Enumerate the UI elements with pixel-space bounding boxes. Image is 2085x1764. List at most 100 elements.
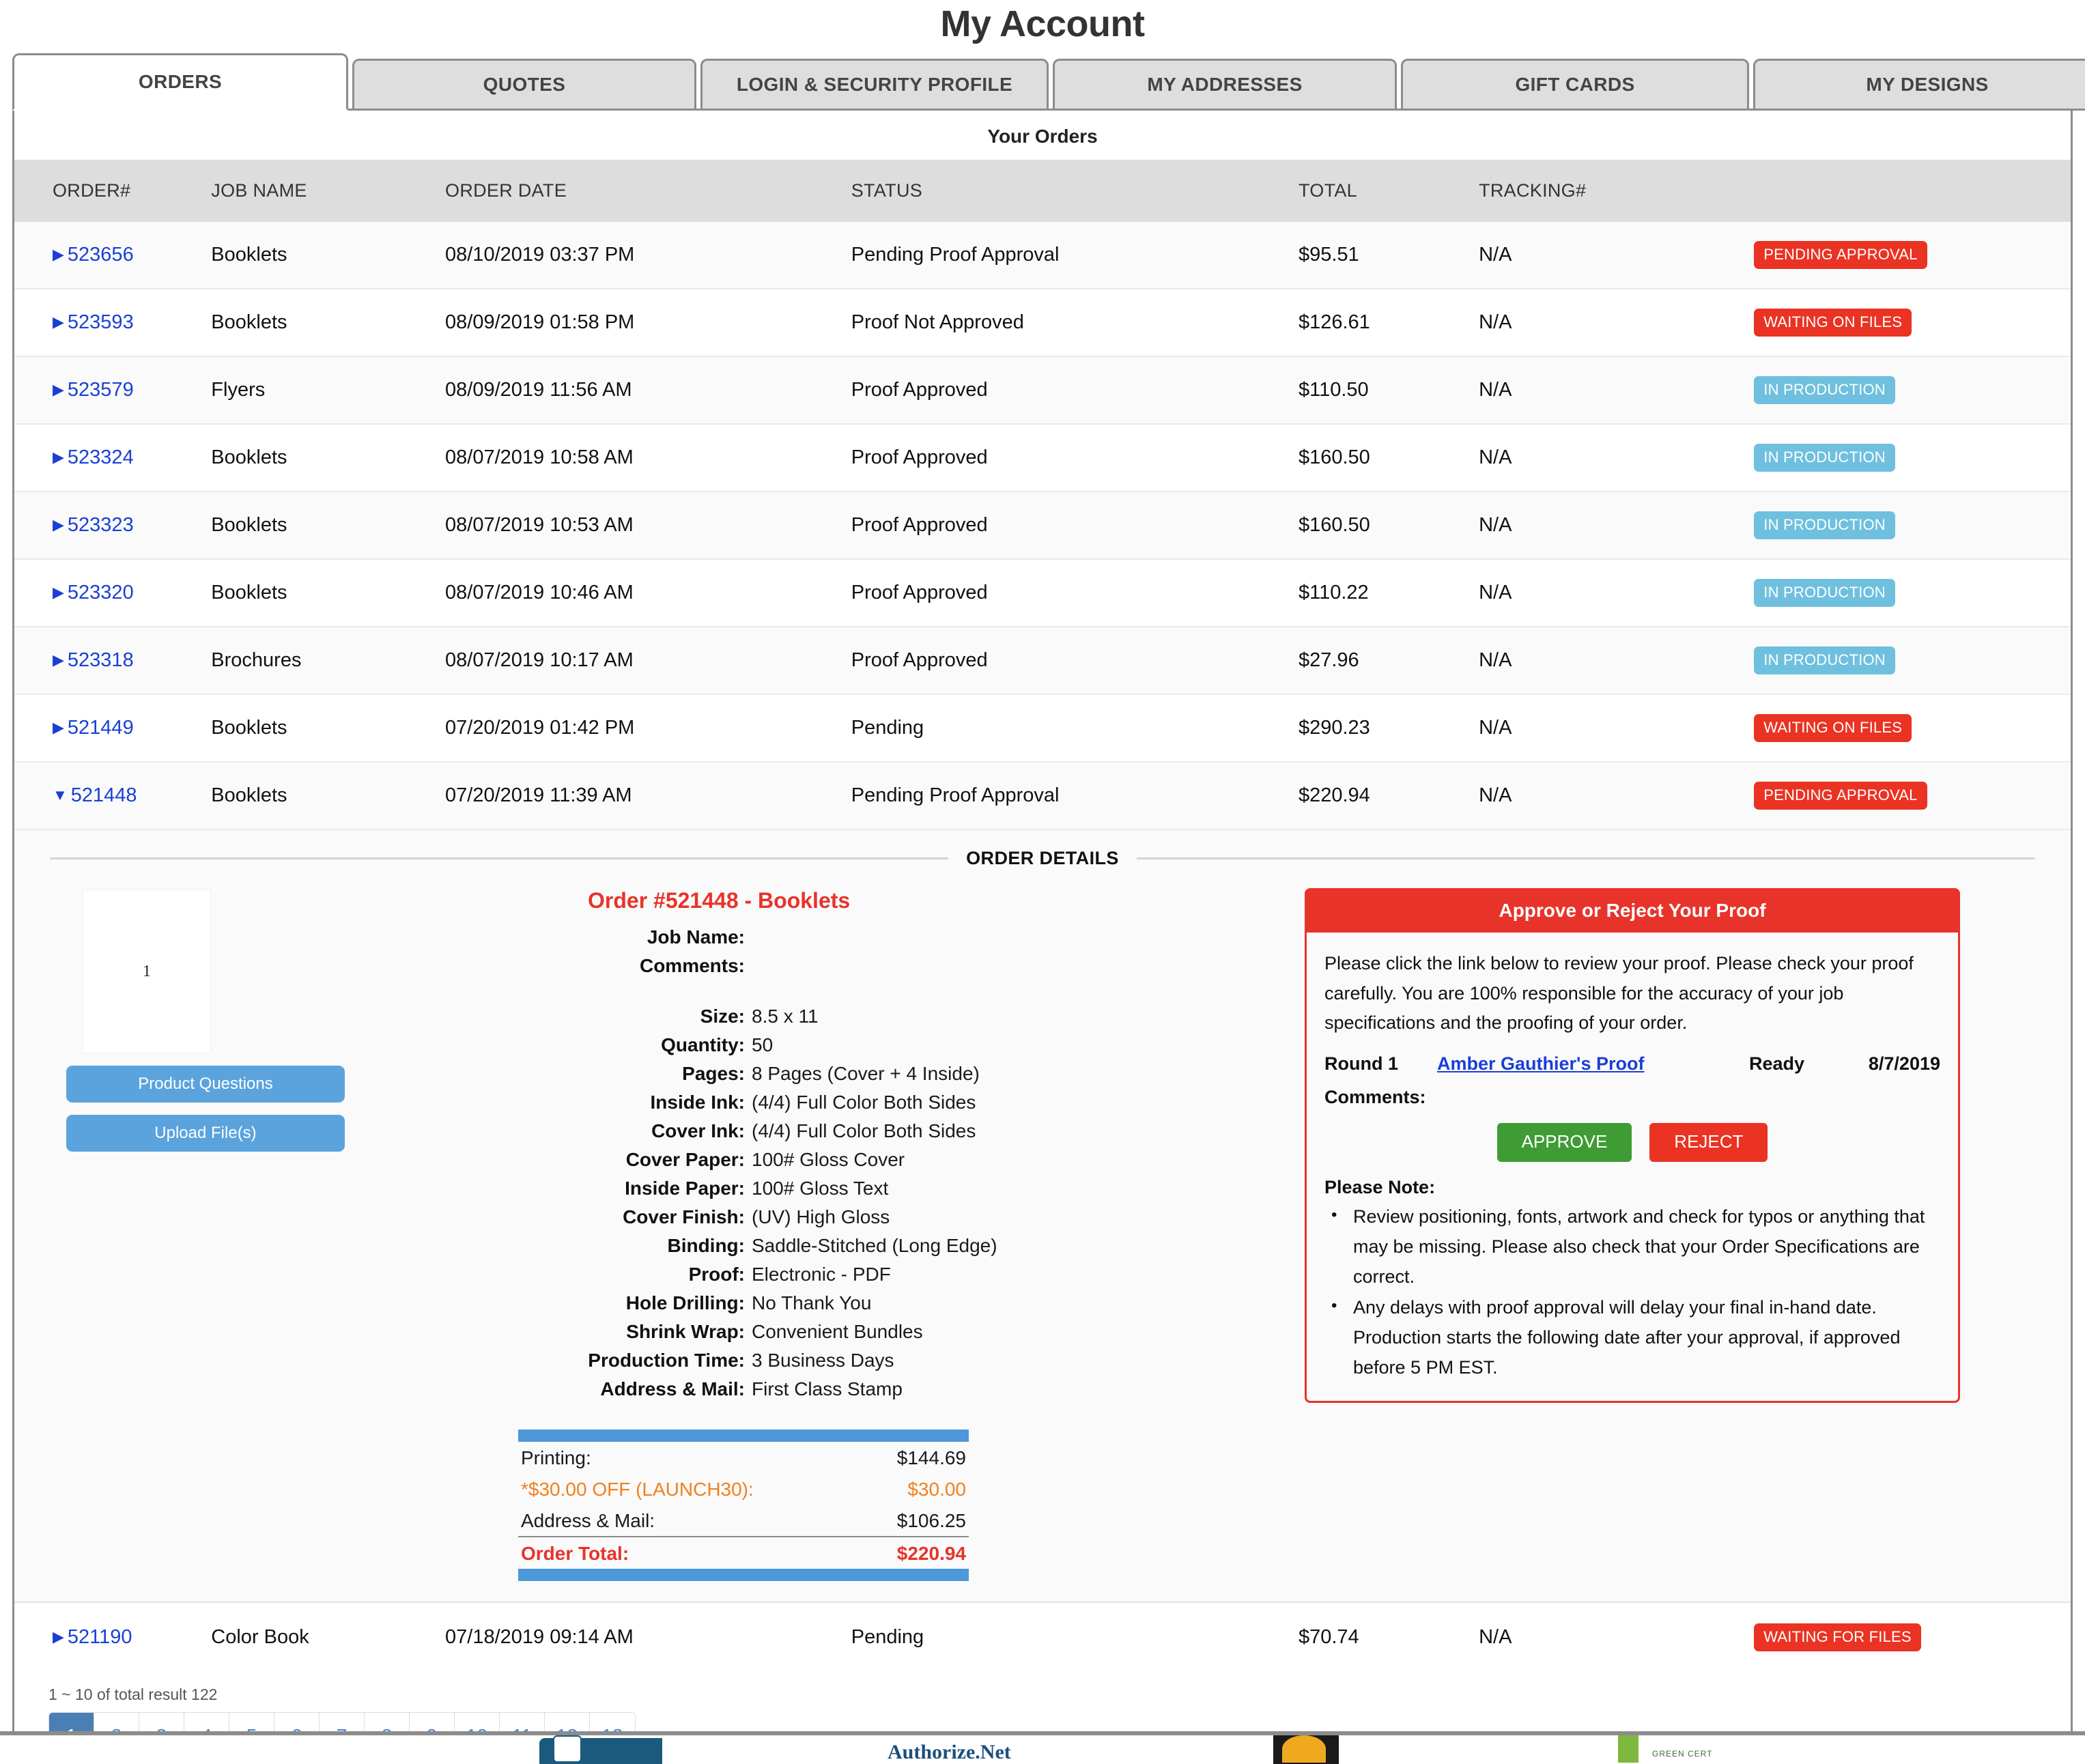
table-row[interactable]: ▼521448Booklets07/20/2019 11:39 AMPendin… [14,762,2071,829]
cell-total: $95.51 [1299,222,1479,289]
table-row[interactable]: ▶521190 Color Book 07/18/2019 09:14 AM P… [14,1603,2071,1672]
cell-job-name: Booklets [211,559,445,627]
table-row[interactable]: ▶523324 Booklets08/07/2019 10:58 AMProof … [14,424,2071,492]
spec-label: Inside Ink: [369,1093,752,1112]
cell-total: $290.23 [1299,694,1479,762]
proof-file-link[interactable]: Amber Gauthier's Proof [1437,1053,1749,1075]
order-number-link[interactable]: ▶523320 [53,582,134,603]
price-amount: $144.69 [897,1447,966,1469]
price-amount: $106.25 [897,1510,966,1532]
upload-files-button[interactable]: Upload File(s) [66,1115,345,1152]
order-number-link[interactable]: ▶523593 [53,311,134,333]
spec-row: Cover Finish:(UV) High Gloss [369,1203,1271,1232]
price-label: Address & Mail: [521,1510,655,1532]
orb-badge-inner-icon [1282,1735,1326,1763]
spec-label: Production Time: [369,1351,752,1370]
approve-button[interactable]: APPROVE [1497,1123,1632,1162]
spec-label: Inside Paper: [369,1179,752,1198]
tab-my-addresses[interactable]: MY ADDRESSES [1053,59,1397,111]
reject-button[interactable]: REJECT [1649,1123,1768,1162]
order-number-text: 523323 [68,514,134,536]
cell-tracking: N/A [1479,356,1754,424]
table-row[interactable]: ▶523579Flyers08/09/2019 11:56 AMProof Ap… [14,356,2071,424]
expand-caret-icon[interactable]: ▶ [53,313,64,331]
account-tabs: ORDERS QUOTES LOGIN & SECURITY PROFILE M… [0,53,2085,111]
table-row[interactable]: ▶523320Booklets08/07/2019 10:46 AMProof … [14,559,2071,627]
cell-tracking: N/A [1479,559,1754,627]
status-badge: PENDING APPROVAL [1754,241,1927,269]
proof-thumbnail[interactable]: 1 [83,890,211,1053]
proof-card-title: Approve or Reject Your Proof [1307,890,1958,933]
tab-gift-cards[interactable]: GIFT CARDS [1401,59,1749,111]
order-number-link[interactable]: ▶521190 [53,1626,132,1648]
expand-caret-icon[interactable]: ▶ [53,651,64,669]
order-number-text: 523656 [68,244,134,266]
order-number-link[interactable]: ▶523656 [53,244,134,266]
green-seal-icon [1618,1735,1639,1763]
order-number-text: 521448 [71,784,137,806]
spec-row: Cover Ink:(4/4) Full Color Both Sides [369,1117,1271,1146]
tab-login-security-label: LOGIN & SECURITY PROFILE [737,74,1012,96]
order-number-text: 521190 [68,1626,132,1648]
proof-intro-text: Please click the link below to review yo… [1324,949,1940,1038]
approve-reject-proof-card: Approve or Reject Your Proof Please clic… [1305,888,1960,1403]
order-number-link[interactable]: ▶523324 [53,446,134,468]
cell-order-date: 08/07/2019 10:58 AM [445,424,851,492]
cell-job-name: Booklets [211,222,445,289]
tab-login-security-profile[interactable]: LOGIN & SECURITY PROFILE [700,59,1049,111]
order-number-link[interactable]: ▼521448 [53,784,137,806]
order-details-section: ORDER DETAILS 1 Product Questions Upload… [14,830,2071,1603]
expand-caret-icon[interactable]: ▶ [53,381,64,399]
spec-label: Pages: [369,1064,752,1083]
table-row[interactable]: ▶523318Brochures08/07/2019 10:17 AMProof… [14,627,2071,694]
expand-caret-icon[interactable]: ▶ [53,246,64,264]
spec-comments-value [752,956,1271,976]
order-number-link[interactable]: ▶521449 [53,717,134,739]
spec-label: Binding: [369,1236,752,1255]
table-row[interactable]: ▶523323Booklets08/07/2019 10:53 AMProof … [14,492,2071,559]
status-badge: WAITING ON FILES [1754,714,1912,742]
spec-job-name-label: Job Name: [369,928,752,947]
table-row[interactable]: ▶523593Booklets08/09/2019 01:58 PMProof … [14,289,2071,356]
tab-my-designs[interactable]: MY DESIGNS [1753,59,2085,111]
cell-job-name: Booklets [211,424,445,492]
cell-total: $160.50 [1299,492,1479,559]
expand-caret-icon[interactable]: ▶ [53,516,64,534]
price-row: Order Total:$220.94 [518,1536,969,1569]
spec-value: Saddle-Stitched (Long Edge) [752,1236,1271,1255]
order-number-link[interactable]: ▶523579 [53,379,134,401]
spec-row: Inside Paper:100# Gloss Text [369,1174,1271,1203]
spec-spacer [369,980,1271,1002]
spec-value: (UV) High Gloss [752,1208,1271,1227]
tab-my-designs-label: MY DESIGNS [1866,74,1988,96]
tab-quotes[interactable]: QUOTES [352,59,696,111]
order-number-link[interactable]: ▶523323 [53,514,134,536]
order-number-link[interactable]: ▶523318 [53,649,134,671]
column-header-tracking: TRACKING# [1479,160,1754,222]
table-row[interactable]: ▶521449Booklets07/20/2019 01:42 PMPendin… [14,694,2071,762]
cell-status: Proof Approved [851,559,1299,627]
table-row[interactable]: ▶523656Booklets08/10/2019 03:37 PMPendin… [14,222,2071,289]
proof-ready-date: 8/7/2019 [1838,1053,1940,1075]
cell-tracking: N/A [1479,492,1754,559]
expand-caret-icon[interactable]: ▶ [53,584,64,601]
order-detail-heading: Order #521448 - Booklets [369,888,1271,923]
expand-caret-icon[interactable]: ▼ [53,786,68,804]
product-questions-button[interactable]: Product Questions [66,1066,345,1102]
orders-panel: Your Orders ORDER# JOB NAME ORDER DATE S… [12,111,2073,1764]
cell-job-name: Booklets [211,289,445,356]
status-badge: WAITING ON FILES [1754,309,1912,337]
spec-label: Address & Mail: [369,1380,752,1399]
footer-trust-badges: Authorize.Net GREEN CERT [0,1731,2085,1764]
expand-caret-icon[interactable]: ▶ [53,1628,64,1646]
cell-order-date: 08/07/2019 10:17 AM [445,627,851,694]
cell-status: Pending Proof Approval [851,222,1299,289]
tab-orders[interactable]: ORDERS [12,53,348,111]
cell-job-name: Booklets [211,762,445,829]
please-note-item: •Any delays with proof approval will del… [1324,1293,1940,1382]
cell-job-name: Color Book [211,1603,445,1672]
expand-caret-icon[interactable]: ▶ [53,449,64,466]
expand-caret-icon[interactable]: ▶ [53,719,64,737]
status-badge: IN PRODUCTION [1754,646,1895,674]
cell-status: Proof Approved [851,424,1299,492]
